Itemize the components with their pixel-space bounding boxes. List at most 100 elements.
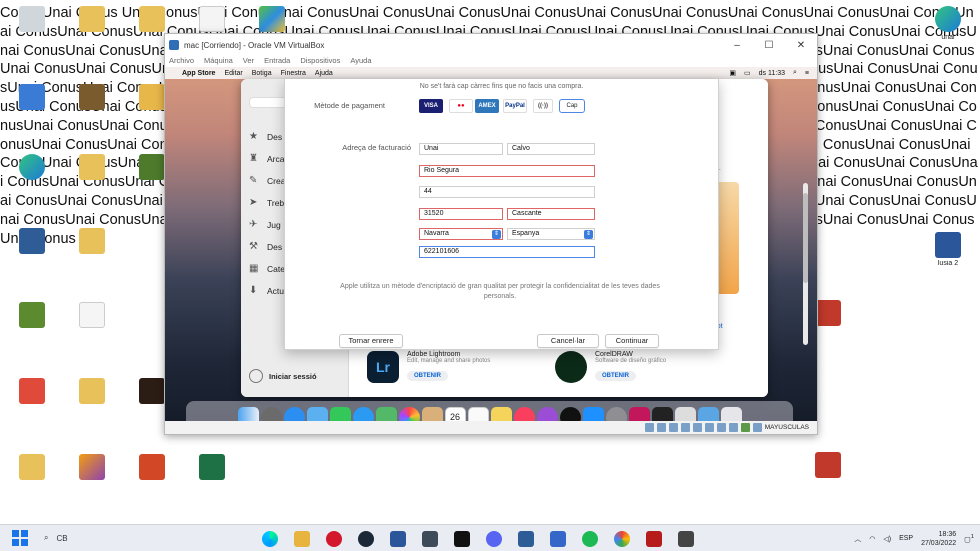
edge-icon[interactable]: unai <box>918 6 978 42</box>
taskbar-clock[interactable]: 18:36 27/03/2022 <box>921 530 956 548</box>
amex-option[interactable]: AMEX <box>475 99 499 113</box>
cpu-icon[interactable] <box>740 423 750 432</box>
chrome-icon[interactable] <box>614 531 630 547</box>
app-taskbar-icon[interactable] <box>422 531 438 547</box>
bluestacks-icon[interactable] <box>242 6 302 32</box>
word-taskbar-icon[interactable] <box>390 531 406 547</box>
folder-icon[interactable] <box>2 454 62 480</box>
file-explorer-icon[interactable] <box>294 531 310 547</box>
nfc-option[interactable]: ((·)) <box>533 99 553 113</box>
menu-ajuda[interactable]: Ajuda <box>315 70 333 77</box>
sidebar-item-arcade[interactable]: ♜ Arca <box>249 153 284 164</box>
keyboard-icon[interactable]: ▣ <box>729 69 736 77</box>
app-taskbar-icon[interactable] <box>678 531 694 547</box>
archive-icon[interactable] <box>62 84 122 110</box>
mastercard-option[interactable]: ●● <box>449 99 473 113</box>
powerpoint-file-icon[interactable] <box>122 454 182 480</box>
virtualbox-icon[interactable] <box>2 228 62 254</box>
folder-icon[interactable] <box>62 378 122 404</box>
number-field[interactable]: 44 <box>419 186 595 198</box>
installer-icon[interactable] <box>2 84 62 110</box>
control-center-icon[interactable]: ≡ <box>805 70 809 77</box>
opera-gx-icon[interactable] <box>326 531 342 547</box>
menu-ayuda[interactable]: Ayuda <box>350 56 371 67</box>
document-icon[interactable] <box>62 302 122 328</box>
start-button[interactable] <box>12 530 28 546</box>
app-taskbar-icon[interactable] <box>646 531 662 547</box>
usb-icon[interactable] <box>692 423 702 432</box>
volume-icon[interactable]: ◁) <box>883 535 891 543</box>
menu-ver[interactable]: Ver <box>243 56 254 67</box>
taskbar-search[interactable]: ⌕ CB <box>44 533 68 543</box>
menu-dispositivos[interactable]: Dispositivos <box>300 56 340 67</box>
sidebar-item-crear[interactable]: ✎ Crea <box>249 175 285 186</box>
continue-button[interactable]: Continuar <box>605 334 659 348</box>
virtualbox-taskbar-icon[interactable] <box>518 531 534 547</box>
menu-botiga[interactable]: Botiga <box>252 70 272 77</box>
notification-icon[interactable]: ▢1 <box>964 534 974 543</box>
get-button[interactable]: OBTENIR <box>595 371 636 381</box>
sidebar-item-jugar[interactable]: ✈ Jug <box>249 219 281 230</box>
signin-button[interactable]: Iniciar sessió <box>249 369 317 383</box>
wifi-icon[interactable]: ◠ <box>869 535 875 543</box>
maximize-icon[interactable]: ☐ <box>753 40 785 51</box>
visa-option[interactable]: VISA <box>419 99 443 113</box>
word-document-icon[interactable]: lusia 2 <box>918 232 978 268</box>
hdd-icon[interactable] <box>644 423 654 432</box>
country-select[interactable]: Espanya ⇕ <box>507 228 595 240</box>
phone-field[interactable]: 622101606 <box>419 246 595 258</box>
minimize-icon[interactable]: – <box>721 40 753 51</box>
audio-file-icon[interactable] <box>2 378 62 404</box>
spotlight-icon[interactable]: ⌕ <box>793 69 797 77</box>
spotify-icon[interactable] <box>582 531 598 547</box>
sidebar-item-categories[interactable]: ▦ Cate <box>249 263 285 274</box>
macos-guest-screen[interactable]: App Store Editar Botiga Finestra Ajuda ▣… <box>165 67 817 434</box>
street-field[interactable]: Rio Segura <box>419 165 595 177</box>
postcode-field[interactable]: 31520 <box>419 208 503 220</box>
menu-archivo[interactable]: Archivo <box>169 56 194 67</box>
app-taskbar-icon[interactable] <box>550 531 566 547</box>
province-select[interactable]: Navarra ⇕ <box>419 228 503 240</box>
none-option[interactable]: Cap <box>559 99 585 113</box>
sidebar-item-desenvolupar[interactable]: ⚒ Des <box>249 241 282 252</box>
close-icon[interactable]: ✕ <box>785 40 817 51</box>
menu-editar[interactable]: Editar <box>224 70 242 77</box>
menu-app-store[interactable]: App Store <box>182 70 215 77</box>
media-player-icon[interactable] <box>62 454 122 480</box>
paypal-option[interactable]: PayPal <box>503 99 527 113</box>
menu-finestra[interactable]: Finestra <box>281 70 306 77</box>
scrollbar[interactable] <box>803 183 808 345</box>
city-field[interactable]: Cascante <box>507 208 595 220</box>
mouse-integration-icon[interactable] <box>752 423 762 432</box>
display-icon[interactable] <box>716 423 726 432</box>
optical-drive-icon[interactable] <box>656 423 666 432</box>
menu-entrada[interactable]: Entrada <box>264 56 290 67</box>
payment-sheet[interactable]: No se't farà cap càrrec fins que no faci… <box>284 79 719 350</box>
virtualbox-window[interactable]: mac [Corriendo] - Oracle VM VirtualBox –… <box>164 33 818 435</box>
chevron-up-icon[interactable]: ︿ <box>854 534 861 544</box>
edge-shortcut-icon[interactable] <box>2 154 62 180</box>
last-name-field[interactable]: Calvo <box>507 143 595 155</box>
epic-games-icon[interactable] <box>454 531 470 547</box>
language-indicator[interactable]: ESP <box>899 535 913 542</box>
vbox-titlebar[interactable]: mac [Corriendo] - Oracle VM VirtualBox –… <box>165 34 817 56</box>
sidebar-item-actualitzacions[interactable]: ⬇ Actu <box>249 285 284 296</box>
excel-file-icon[interactable] <box>182 454 242 480</box>
cancel-button[interactable]: Cancel·lar <box>537 334 599 348</box>
minecraft-icon[interactable] <box>2 302 62 328</box>
folder-icon[interactable] <box>122 6 182 32</box>
recording-icon[interactable] <box>728 423 738 432</box>
recycle-bin-icon[interactable] <box>2 6 62 32</box>
audio-icon[interactable] <box>668 423 678 432</box>
app-card-lightroom[interactable]: Lr Adobe Lightroom Edit, manage and shar… <box>367 351 490 383</box>
folder-icon[interactable] <box>62 6 122 32</box>
steam-icon[interactable] <box>358 531 374 547</box>
document-icon[interactable] <box>182 6 242 32</box>
first-name-field[interactable]: Unai <box>419 143 503 155</box>
folder-icon[interactable] <box>62 154 122 180</box>
discord-icon[interactable] <box>486 531 502 547</box>
display-icon[interactable]: ▭ <box>744 69 751 77</box>
app-card-coreldraw[interactable]: CorelDRAW Software de diseño gráfico OBT… <box>555 351 666 383</box>
sidebar-item-descobrir[interactable]: ★ Des <box>249 131 282 142</box>
scrollbar-thumb[interactable] <box>803 193 808 283</box>
